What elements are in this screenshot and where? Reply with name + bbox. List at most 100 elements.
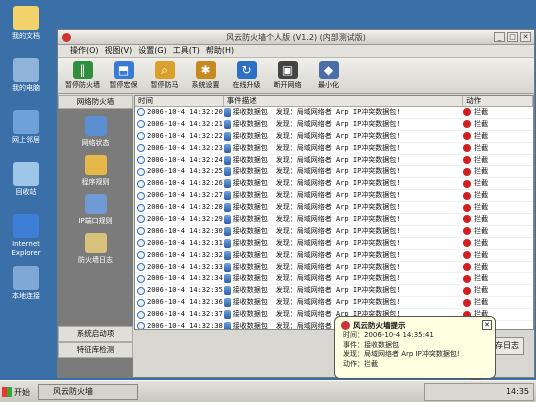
clock-icon	[137, 227, 145, 236]
table-row[interactable]: 2006-10-4 14:32:29 接收数据包 发现：局域网络者 Arp IP冲突…	[135, 214, 533, 226]
event-text: 接收数据包	[232, 131, 268, 140]
cell-action: 拦截	[463, 297, 533, 308]
event-text: 接收数据包	[232, 321, 268, 330]
event-desc: 发现：局域网络者 Arp IP冲突数据包!	[275, 131, 401, 140]
cell-event: 接收数据包发现：局域网络者 Arp IP冲突数据包!	[223, 190, 463, 201]
block-icon	[463, 263, 472, 272]
balloon-close-button[interactable]: ✕	[482, 320, 492, 330]
close-button[interactable]: ✕	[520, 32, 531, 42]
log-table: 时间 事件描述 动作 2006-10-4 14:32:20 接收数据包 发现：局域网…	[134, 95, 534, 330]
toolbar-button-label: 断开网络	[273, 81, 302, 89]
table-row[interactable]: 2006-10-4 14:32:28 接收数据包 发现：局域网络者 Arp IP冲突…	[135, 202, 533, 215]
time-text: 2006-10-4 14:32:24	[147, 155, 223, 164]
table-row[interactable]: 2006-10-4 14:32:22 接收数据包 发现：局域网络者 Arp IP冲突…	[135, 131, 533, 143]
menu-item[interactable]: 设置(G)	[138, 45, 166, 57]
time-text: 2006-10-4 14:32:25	[147, 167, 223, 176]
notification-balloon[interactable]: 风云防火墙提示 ✕ 时间：2006-10-4 14:35:41 事件：接收数据包…	[334, 316, 496, 386]
desktop-icon[interactable]: 我的文档	[4, 6, 48, 41]
table-row[interactable]: 2006-10-4 14:32:24 接收数据包 发现：局域网络者 Arp IP冲突…	[135, 155, 533, 167]
table-row[interactable]: 2006-10-4 14:32:20 接收数据包 发现：局域网络者 Arp IP冲突…	[135, 107, 533, 119]
packet-icon	[223, 250, 231, 260]
taskbar-item-firewall[interactable]: 风云防火墙	[38, 384, 138, 400]
cell-action: 拦截	[463, 214, 533, 225]
block-icon	[463, 286, 472, 295]
column-action[interactable]: 动作	[463, 96, 533, 106]
desktop-icon[interactable]: 网上邻居	[4, 110, 48, 145]
desktop-icon[interactable]: 回收站	[4, 162, 48, 197]
packet-icon	[223, 214, 231, 224]
title-bar[interactable]: 风云防火墙个人版 (V1.2) (内部测试版) _ □ ✕	[58, 30, 534, 45]
toolbar-button[interactable]: ‖ 暂停防火墙	[62, 58, 103, 93]
sidebar-item[interactable]: 程序规则	[58, 155, 133, 187]
action-text: 拦截	[474, 191, 489, 200]
cell-event: 接收数据包发现：局域网络者 Arp IP冲突数据包!	[223, 107, 463, 118]
minimize-button[interactable]: _	[494, 32, 505, 42]
cell-event: 接收数据包发现：局域网络者 Arp IP冲突数据包!	[223, 119, 463, 130]
cell-event: 接收数据包发现：局域网络者 Arp IP冲突数据包!	[223, 131, 463, 142]
cell-time: 2006-10-4 14:32:35	[135, 285, 224, 296]
clock-icon	[137, 108, 145, 117]
cell-time: 2006-10-4 14:32:32	[135, 250, 224, 261]
desktop-icon[interactable]: 本地连接	[4, 266, 48, 301]
table-row[interactable]: 2006-10-4 14:32:31 接收数据包 发现：局域网络者 Arp IP冲突…	[135, 238, 533, 250]
cell-action: 拦截	[463, 166, 533, 177]
table-row[interactable]: 2006-10-4 14:32:30 接收数据包 发现：局域网络者 Arp IP冲突…	[135, 226, 533, 238]
event-text: 接收数据包	[232, 250, 268, 259]
toolbar-button[interactable]: ✱ 系统设置	[185, 58, 226, 93]
toolbar-button[interactable]: ◆ 最小化	[308, 58, 349, 93]
menu-item[interactable]: 视图(V)	[105, 45, 133, 57]
cell-event: 接收数据包发现：局域网络者 Arp IP冲突数据包!	[223, 155, 463, 166]
toolbar-button[interactable]: ⬒ 暂停宏保	[103, 58, 144, 93]
table-row[interactable]: 2006-10-4 14:32:23 接收数据包 发现：局域网络者 Arp IP冲突…	[135, 143, 533, 155]
toolbar-button-label: 暂停防马	[150, 81, 179, 89]
sidebar-item[interactable]: 防火墙日志	[58, 233, 133, 265]
packet-icon	[223, 131, 231, 141]
packet-icon	[223, 119, 231, 129]
desktop-icon-image	[13, 266, 39, 290]
column-time[interactable]: 时间	[135, 96, 224, 106]
table-row[interactable]: 2006-10-4 14:32:34 接收数据包 发现：局域网络者 Arp IP冲突…	[135, 273, 533, 286]
table-row[interactable]: 2006-10-4 14:32:35 接收数据包 发现：局域网络者 Arp IP冲突…	[135, 285, 533, 298]
action-text: 拦截	[474, 286, 489, 295]
time-text: 2006-10-4 14:32:22	[147, 131, 223, 140]
table-row[interactable]: 2006-10-4 14:32:26 接收数据包 发现：局域网络者 Arp IP冲突…	[135, 178, 533, 191]
event-text: 接收数据包	[232, 155, 268, 164]
time-text: 2006-10-4 14:32:33	[147, 262, 223, 271]
sidebar-item-label: 程序规则	[81, 178, 110, 186]
table-row[interactable]: 2006-10-4 14:32:21 接收数据包 发现：局域网络者 Arp IP冲突…	[135, 119, 533, 131]
desktop-icon[interactable]: Internet Explorer	[4, 214, 48, 258]
sidebar-startup-items[interactable]: 系统启动项	[58, 326, 133, 342]
clock-icon	[137, 167, 145, 176]
sidebar-header[interactable]: 网络防火墙	[58, 95, 133, 109]
table-row[interactable]: 2006-10-4 14:32:25 接收数据包 发现：局域网络者 Arp IP冲突…	[135, 166, 533, 179]
cell-event: 接收数据包发现：局域网络者 Arp IP冲突数据包!	[223, 178, 463, 189]
sidebar-signature-check[interactable]: 特征库检测	[58, 342, 133, 358]
toolbar-button[interactable]: ↻ 在线升级	[226, 58, 267, 93]
menu-item[interactable]: 操作(O)	[70, 45, 99, 57]
table-row[interactable]: 2006-10-4 14:32:32 接收数据包 发现：局域网络者 Arp IP冲突…	[135, 250, 533, 262]
cell-time: 2006-10-4 14:32:22	[135, 131, 224, 142]
packet-icon	[223, 155, 231, 165]
menu-item[interactable]: 帮助(H)	[206, 45, 234, 57]
block-icon	[463, 215, 472, 224]
table-row[interactable]: 2006-10-4 14:32:27 接收数据包 发现：局域网络者 Arp IP冲突…	[135, 190, 533, 203]
sidebar-item[interactable]: IP端口规则	[58, 194, 133, 226]
windows-flag-icon	[2, 387, 12, 397]
sidebar-items: 网络状态程序规则 IP端口规则 防火墙日志	[58, 116, 133, 265]
toolbar-button[interactable]: ▣ 断开网络	[267, 58, 308, 93]
event-text: 接收数据包	[232, 274, 268, 283]
column-event[interactable]: 事件描述	[224, 96, 464, 106]
taskbar: 开始 风云防火墙 14:35	[0, 380, 536, 402]
desktop-icon[interactable]: 我的电脑	[4, 58, 48, 93]
block-icon	[463, 156, 472, 164]
cell-time: 2006-10-4 14:32:29	[135, 214, 224, 225]
start-button[interactable]: 开始	[2, 384, 34, 400]
packet-icon	[223, 238, 231, 248]
block-icon	[463, 203, 472, 212]
sidebar-item[interactable]: 网络状态	[58, 116, 133, 148]
table-row[interactable]: 2006-10-4 14:32:36 接收数据包 发现：局域网络者 Arp IP冲突…	[135, 297, 533, 310]
toolbar-button[interactable]: ⌕ 暂停防马	[144, 58, 185, 93]
maximize-button[interactable]: □	[507, 32, 518, 42]
table-row[interactable]: 2006-10-4 14:32:33 接收数据包 发现：局域网络者 Arp IP冲突…	[135, 262, 533, 274]
menu-item[interactable]: 工具(T)	[173, 45, 200, 57]
